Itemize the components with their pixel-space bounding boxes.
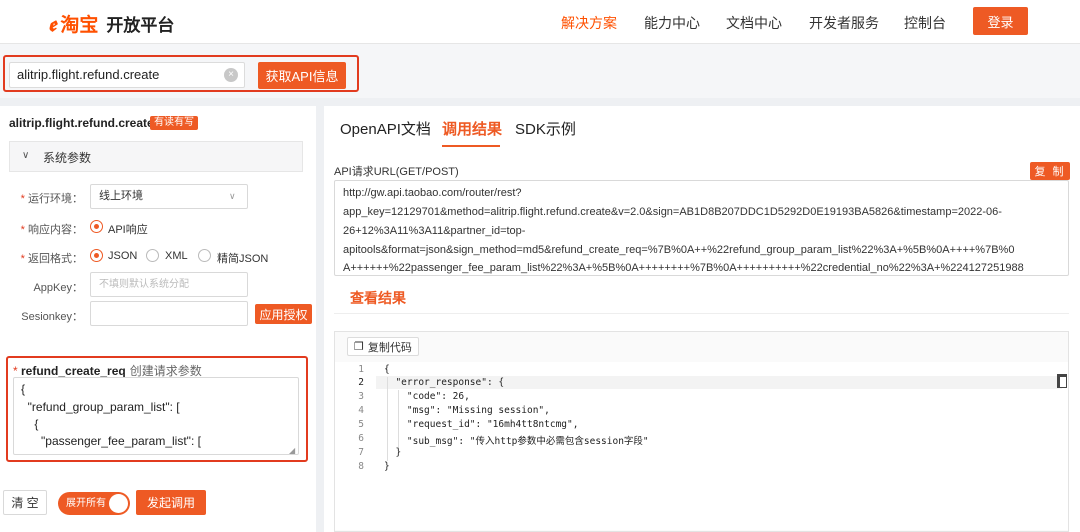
nav-capabilities[interactable]: 能力中心 (644, 13, 700, 33)
tab-openapi-docs[interactable]: OpenAPI文档 (340, 118, 431, 139)
radio-simple-json[interactable] (198, 249, 211, 262)
url-line: A++++++%22passenger_fee_param_list%22%3A… (343, 262, 1024, 274)
logo-platform: 开放平台 (106, 16, 175, 35)
format-label: * 返回格式： (20, 253, 83, 265)
url-line: 26+12%3A11%3A11&partner_id=top- (343, 225, 526, 237)
chevron-down-icon: ∨ (229, 191, 236, 201)
clear-icon[interactable]: × (224, 68, 238, 82)
request-json-line: { (21, 382, 26, 396)
nav-developer-services[interactable]: 开发者服务 (809, 13, 879, 33)
code-line: "msg": "Missing session", (384, 405, 550, 416)
copy-code-button[interactable]: ❐ 复制代码 (347, 337, 419, 356)
login-button[interactable]: 登录 (973, 7, 1028, 35)
tab-call-result[interactable]: 调用结果 (442, 118, 502, 139)
line-number: 4 (358, 405, 364, 416)
request-json-line: "refund_group_param_list": [ (21, 400, 180, 414)
alibaba-logo-icon: ꬲ (48, 14, 57, 36)
line-number: 5 (358, 419, 364, 430)
line-number: 3 (358, 391, 364, 402)
nav-docs[interactable]: 文档中心 (726, 13, 782, 33)
logo[interactable]: ꬲ 淘宝 开放平台 (48, 10, 174, 37)
scrollbar-thumb[interactable] (1057, 374, 1067, 388)
radio-simple-json-label: 精简JSON (217, 253, 269, 265)
copy-url-button[interactable]: 复 制 (1030, 162, 1070, 180)
url-line: app_key=12129701&method=alitrip.flight.r… (343, 206, 1002, 218)
app-authorize-button[interactable]: 应用授权 (255, 304, 312, 324)
code-line: "code": 26, (384, 391, 470, 402)
line-number: 8 (358, 461, 364, 472)
clear-button[interactable]: 清 空 (3, 490, 47, 515)
code-line: "error_response": { (384, 377, 505, 388)
toggle-knob (109, 494, 128, 513)
url-line: http://gw.api.taobao.com/router/rest? (343, 187, 522, 199)
get-api-info-button[interactable]: 获取API信息 (258, 62, 346, 89)
url-line: apitools&format=json&sign_method=md5&ref… (343, 244, 1015, 256)
env-label: * 运行环境： (20, 193, 83, 205)
invoke-button[interactable]: 发起调用 (136, 490, 206, 515)
nav-console[interactable]: 控制台 (904, 13, 946, 33)
line-number: 1 (358, 364, 364, 375)
read-write-badge: 有读有写 (150, 116, 198, 130)
line-number: 6 (358, 433, 364, 444)
sessionkey-input[interactable] (90, 301, 248, 326)
copy-icon: ❐ (354, 341, 364, 353)
active-tab-indicator (442, 145, 500, 147)
radio-api-response-label: API响应 (108, 224, 148, 236)
radio-xml[interactable] (146, 249, 159, 262)
code-line: { (384, 364, 390, 375)
radio-json-label: JSON (108, 250, 138, 262)
code-line: "request_id": "16mh4tt8ntcmg", (384, 419, 579, 430)
logo-taobao: 淘宝 (60, 15, 99, 36)
request-url-label: API请求URL(GET/POST) (334, 166, 459, 178)
api-name: alitrip.flight.refund.create (9, 116, 154, 130)
appkey-label: AppKey： (33, 282, 83, 294)
radio-xml-label: XML (165, 250, 188, 262)
chevron-down-icon: ∨ (22, 150, 30, 161)
request-json-line: { (21, 417, 39, 431)
code-line: } (384, 447, 402, 458)
view-result-title: 查看结果 (350, 290, 406, 306)
api-search-input[interactable]: alitrip.flight.refund.create (9, 62, 245, 88)
nav-solutions[interactable]: 解决方案 (561, 13, 617, 33)
line-number: 2 (358, 377, 364, 388)
code-line: "sub_msg": "传入http参数中必需包含session字段" (384, 436, 649, 447)
request-json-line: "passenger_fee_param_list": [ (21, 434, 201, 448)
system-params-label: 系统参数 (43, 151, 92, 165)
radio-json[interactable] (90, 249, 103, 262)
line-number: 7 (358, 447, 364, 458)
radio-api-response[interactable] (90, 220, 103, 233)
code-line: } (384, 461, 390, 472)
result-divider (334, 313, 1069, 314)
appkey-input[interactable]: 不填则默认系统分配 (90, 272, 248, 297)
resp-label: * 响应内容： (20, 224, 83, 236)
tab-sdk-examples[interactable]: SDK示例 (515, 118, 576, 139)
env-select[interactable]: 线上环境 (90, 184, 248, 209)
resize-handle-icon[interactable]: ◢ (289, 446, 295, 455)
sessionkey-label: Sesionkey： (21, 311, 83, 323)
